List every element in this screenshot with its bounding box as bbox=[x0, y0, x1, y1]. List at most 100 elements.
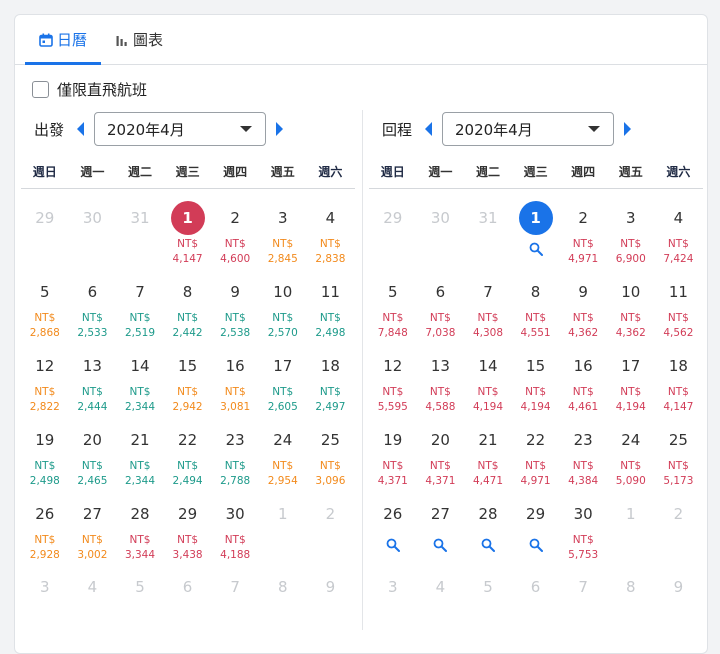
calendar-day-cell[interactable]: 5 NT$ 7,848 bbox=[369, 267, 417, 341]
calendar-day-cell[interactable]: 24 NT$ 5,090 bbox=[607, 415, 655, 489]
calendar-day-cell[interactable]: 15 NT$ 2,942 bbox=[164, 341, 212, 415]
calendar-day-cell[interactable]: 20 NT$ 4,371 bbox=[417, 415, 465, 489]
day-number[interactable]: 30 bbox=[218, 497, 252, 531]
day-number[interactable]: 6 bbox=[423, 275, 457, 309]
day-number[interactable]: 10 bbox=[266, 275, 300, 309]
calendar-day-cell[interactable]: 21 NT$ 2,344 bbox=[116, 415, 164, 489]
day-number[interactable]: 7 bbox=[471, 275, 505, 309]
day-number[interactable]: 29 bbox=[171, 497, 205, 531]
tab-calendar[interactable]: 日曆 bbox=[25, 15, 102, 65]
calendar-day-cell[interactable]: 11 NT$ 2,498 bbox=[307, 267, 355, 341]
day-number[interactable]: 12 bbox=[28, 349, 62, 383]
calendar-day-cell[interactable]: 18 NT$ 2,497 bbox=[307, 341, 355, 415]
departure-month-select[interactable]: 2020年4月 bbox=[94, 112, 266, 146]
calendar-day-cell[interactable]: 16 NT$ 3,081 bbox=[211, 341, 259, 415]
day-number[interactable]: 9 bbox=[218, 275, 252, 309]
calendar-day-cell[interactable]: 24 NT$ 2,954 bbox=[259, 415, 307, 489]
day-number[interactable]: 25 bbox=[661, 423, 695, 457]
day-number[interactable]: 23 bbox=[566, 423, 600, 457]
calendar-day-cell[interactable]: 12 NT$ 2,822 bbox=[21, 341, 69, 415]
day-number[interactable]: 7 bbox=[123, 275, 157, 309]
day-number[interactable]: 2 bbox=[566, 201, 600, 235]
day-number[interactable]: 24 bbox=[614, 423, 648, 457]
day-number[interactable]: 3 bbox=[614, 201, 648, 235]
search-price-button[interactable] bbox=[481, 537, 495, 556]
calendar-day-cell[interactable]: 4 NT$ 2,838 bbox=[307, 193, 355, 267]
calendar-day-cell[interactable]: 2 NT$ 4,971 bbox=[559, 193, 607, 267]
day-number[interactable]: 22 bbox=[171, 423, 205, 457]
calendar-day-cell[interactable]: 14 NT$ 2,344 bbox=[116, 341, 164, 415]
day-number[interactable]: 21 bbox=[123, 423, 157, 457]
calendar-day-cell[interactable]: 22 NT$ 2,494 bbox=[164, 415, 212, 489]
calendar-day-cell[interactable]: 19 NT$ 4,371 bbox=[369, 415, 417, 489]
day-number[interactable]: 11 bbox=[661, 275, 695, 309]
day-number[interactable]: 11 bbox=[313, 275, 347, 309]
day-number[interactable]: 6 bbox=[75, 275, 109, 309]
day-number[interactable]: 4 bbox=[661, 201, 695, 235]
day-number[interactable]: 28 bbox=[471, 497, 505, 531]
calendar-day-cell[interactable]: 17 NT$ 4,194 bbox=[607, 341, 655, 415]
calendar-day-cell[interactable]: 6 NT$ 7,038 bbox=[417, 267, 465, 341]
day-number[interactable]: 26 bbox=[376, 497, 410, 531]
day-number[interactable]: 5 bbox=[376, 275, 410, 309]
day-number[interactable]: 10 bbox=[614, 275, 648, 309]
day-number[interactable]: 17 bbox=[266, 349, 300, 383]
day-number[interactable]: 18 bbox=[661, 349, 695, 383]
direct-only-checkbox[interactable] bbox=[32, 81, 49, 98]
day-number[interactable]: 12 bbox=[376, 349, 410, 383]
calendar-day-cell[interactable]: 25 NT$ 5,173 bbox=[655, 415, 703, 489]
day-number[interactable]: 16 bbox=[218, 349, 252, 383]
day-number[interactable]: 21 bbox=[471, 423, 505, 457]
search-price-button[interactable] bbox=[529, 537, 543, 556]
day-number[interactable]: 8 bbox=[171, 275, 205, 309]
calendar-day-cell[interactable]: 5 NT$ 2,868 bbox=[21, 267, 69, 341]
calendar-day-cell[interactable]: 25 NT$ 3,096 bbox=[307, 415, 355, 489]
calendar-day-cell[interactable]: 9 NT$ 4,362 bbox=[559, 267, 607, 341]
calendar-day-cell[interactable]: 21 NT$ 4,471 bbox=[464, 415, 512, 489]
day-number[interactable]: 24 bbox=[266, 423, 300, 457]
day-number[interactable]: 19 bbox=[376, 423, 410, 457]
selected-day-number[interactable]: 1 bbox=[170, 201, 205, 235]
day-number[interactable]: 13 bbox=[75, 349, 109, 383]
calendar-day-cell[interactable]: 1 bbox=[512, 193, 560, 267]
search-icon[interactable] bbox=[433, 538, 448, 552]
day-number[interactable]: 8 bbox=[519, 275, 553, 309]
calendar-day-cell[interactable]: 7 NT$ 4,308 bbox=[464, 267, 512, 341]
calendar-day-cell[interactable]: 14 NT$ 4,194 bbox=[464, 341, 512, 415]
calendar-day-cell[interactable]: 15 NT$ 4,194 bbox=[512, 341, 560, 415]
calendar-day-cell[interactable]: 26 bbox=[369, 489, 417, 563]
day-number[interactable]: 29 bbox=[519, 497, 553, 531]
calendar-day-cell[interactable]: 26 NT$ 2,928 bbox=[21, 489, 69, 563]
calendar-day-cell[interactable]: 2 NT$ 4,600 bbox=[211, 193, 259, 267]
day-number[interactable]: 26 bbox=[28, 497, 62, 531]
calendar-day-cell[interactable]: 10 NT$ 4,362 bbox=[607, 267, 655, 341]
calendar-day-cell[interactable]: 8 NT$ 4,551 bbox=[512, 267, 560, 341]
day-number[interactable]: 25 bbox=[313, 423, 347, 457]
calendar-day-cell[interactable]: 28 bbox=[464, 489, 512, 563]
calendar-day-cell[interactable]: 10 NT$ 2,570 bbox=[259, 267, 307, 341]
calendar-day-cell[interactable]: 8 NT$ 2,442 bbox=[164, 267, 212, 341]
calendar-day-cell[interactable]: 3 NT$ 6,900 bbox=[607, 193, 655, 267]
calendar-day-cell[interactable]: 9 NT$ 2,538 bbox=[211, 267, 259, 341]
calendar-day-cell[interactable]: 18 NT$ 4,147 bbox=[655, 341, 703, 415]
departure-prev-month-button[interactable] bbox=[68, 121, 94, 137]
calendar-day-cell[interactable]: 23 NT$ 4,384 bbox=[559, 415, 607, 489]
calendar-day-cell[interactable]: 27 bbox=[417, 489, 465, 563]
day-number[interactable]: 3 bbox=[266, 201, 300, 235]
calendar-day-cell[interactable]: 7 NT$ 2,519 bbox=[116, 267, 164, 341]
day-number[interactable]: 27 bbox=[423, 497, 457, 531]
day-number[interactable]: 22 bbox=[519, 423, 553, 457]
day-number[interactable]: 18 bbox=[313, 349, 347, 383]
direct-only-option[interactable]: 僅限直飛航班 bbox=[32, 79, 147, 100]
calendar-day-cell[interactable]: 30 NT$ 5,753 bbox=[559, 489, 607, 563]
day-number[interactable]: 15 bbox=[519, 349, 553, 383]
calendar-day-cell[interactable]: 3 NT$ 2,845 bbox=[259, 193, 307, 267]
day-number[interactable]: 28 bbox=[123, 497, 157, 531]
calendar-day-cell[interactable]: 27 NT$ 3,002 bbox=[69, 489, 117, 563]
calendar-day-cell[interactable]: 29 bbox=[512, 489, 560, 563]
calendar-day-cell[interactable]: 22 NT$ 4,971 bbox=[512, 415, 560, 489]
search-icon[interactable] bbox=[386, 538, 400, 552]
search-price-button[interactable] bbox=[433, 537, 448, 556]
day-number[interactable]: 14 bbox=[471, 349, 505, 383]
search-icon[interactable] bbox=[481, 538, 495, 552]
